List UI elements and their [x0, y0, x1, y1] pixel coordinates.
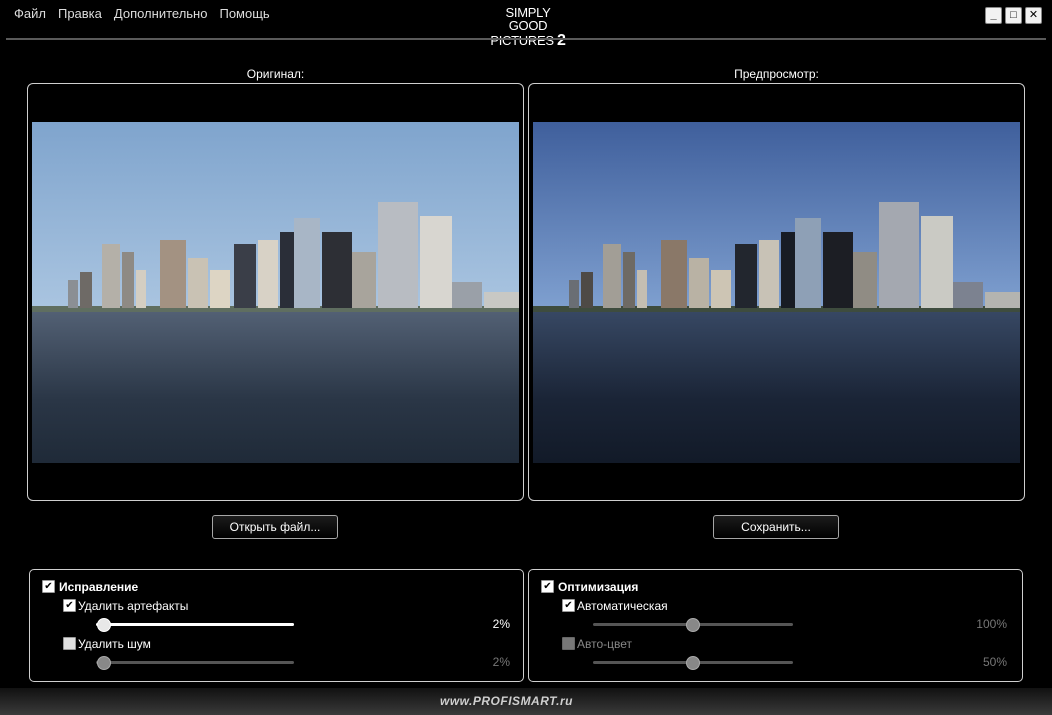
- preview-panel: [528, 83, 1025, 501]
- minimize-icon[interactable]: _: [985, 7, 1002, 24]
- original-caption: Оригинал:: [246, 67, 305, 81]
- artifacts-value: 2%: [492, 617, 510, 631]
- correction-title: Исправление: [59, 580, 139, 594]
- check-icon: ✔: [44, 581, 53, 592]
- noise-slider-knob[interactable]: [97, 656, 111, 670]
- noise-slider[interactable]: [96, 656, 294, 670]
- check-icon: ✔: [65, 600, 74, 611]
- menu-file[interactable]: Файл: [14, 6, 46, 21]
- automatic-value: 100%: [976, 617, 1007, 631]
- check-icon: ✔: [564, 600, 573, 611]
- autocolor-slider[interactable]: [593, 656, 793, 670]
- correction-panel: ✔ Исправление ✔ Удалить артефакты 2% Уда…: [29, 569, 524, 682]
- automatic-label: Автоматическая: [577, 599, 668, 613]
- window-controls: _ □ ✕: [985, 7, 1042, 24]
- optimization-checkbox[interactable]: ✔: [541, 580, 554, 593]
- title-separator: [6, 38, 1046, 40]
- logo-line2: PICTURES 2: [488, 33, 568, 49]
- preview-caption: Предпросмотр:: [734, 67, 819, 81]
- optimization-title: Оптимизация: [558, 580, 639, 594]
- menu-help[interactable]: Помощь: [219, 6, 269, 21]
- autocolor-slider-knob[interactable]: [686, 656, 700, 670]
- autocolor-checkbox[interactable]: [562, 637, 575, 650]
- main-menu: Файл Правка Дополнительно Помощь: [8, 6, 276, 21]
- remove-noise-checkbox[interactable]: [63, 637, 76, 650]
- skyline: [32, 202, 519, 312]
- skyline-preview: [533, 202, 1020, 312]
- remove-noise-label: Удалить шум: [78, 637, 151, 651]
- autocolor-value: 50%: [982, 655, 1007, 669]
- app-logo: SIMPLY GOOD PICTURES 2: [488, 6, 568, 49]
- preview-image: [533, 122, 1020, 463]
- automatic-checkbox[interactable]: ✔: [562, 599, 575, 612]
- save-button[interactable]: Сохранить...: [713, 515, 839, 539]
- close-icon[interactable]: ✕: [1025, 7, 1042, 24]
- correction-checkbox[interactable]: ✔: [42, 580, 55, 593]
- artifacts-slider[interactable]: [96, 618, 294, 632]
- logo-word: PICTURES: [490, 33, 554, 48]
- maximize-icon[interactable]: □: [1005, 7, 1022, 24]
- artifacts-slider-fill: [96, 623, 294, 626]
- logo-line1: SIMPLY GOOD: [505, 5, 551, 33]
- check-icon: ✔: [543, 581, 552, 592]
- remove-artifacts-label: Удалить артефакты: [78, 599, 189, 613]
- logo-number: 2: [557, 32, 566, 49]
- noise-value: 2%: [492, 655, 510, 669]
- original-image: [32, 122, 519, 463]
- automatic-slider[interactable]: [593, 618, 793, 632]
- menu-extra[interactable]: Дополнительно: [114, 6, 208, 21]
- autocolor-label: Авто-цвет: [577, 637, 633, 651]
- remove-artifacts-checkbox[interactable]: ✔: [63, 599, 76, 612]
- original-panel: [27, 83, 524, 501]
- artifacts-slider-knob[interactable]: [97, 618, 111, 632]
- menu-edit[interactable]: Правка: [58, 6, 102, 21]
- watermark: www.PROFISMART.ru: [440, 694, 573, 708]
- open-file-button[interactable]: Открыть файл...: [212, 515, 338, 539]
- automatic-slider-knob[interactable]: [686, 618, 700, 632]
- optimization-panel: ✔ Оптимизация ✔ Автоматическая 100% Авто…: [528, 569, 1023, 682]
- menu-bar: Файл Правка Дополнительно Помощь SIMPLY …: [0, 0, 1052, 49]
